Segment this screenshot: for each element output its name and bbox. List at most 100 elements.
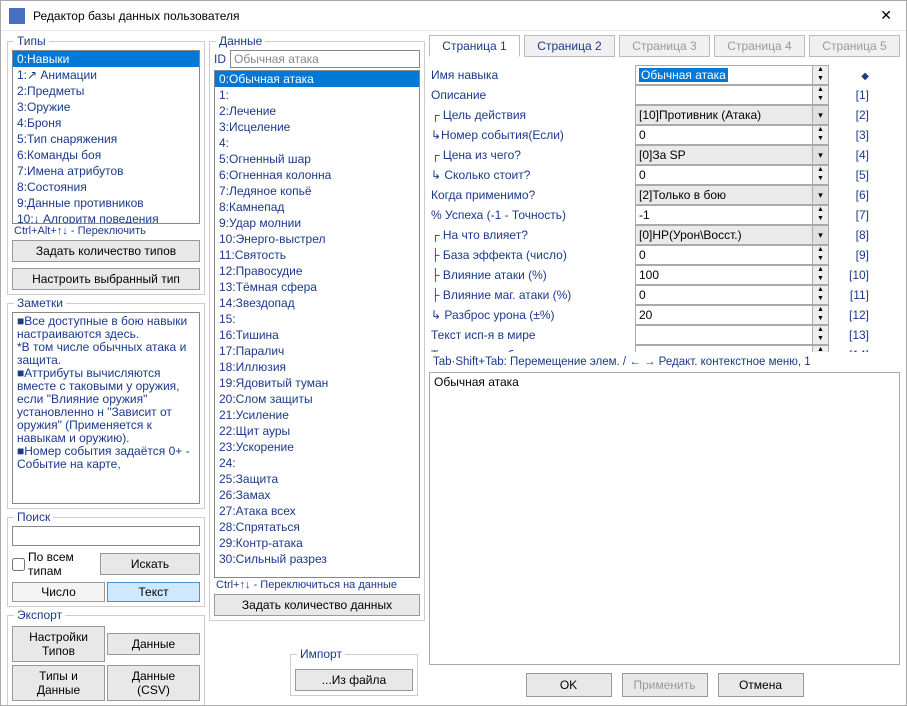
types-item[interactable]: 5:Тип снаряжения: [13, 131, 199, 147]
data-item[interactable]: 2:Лечение: [215, 103, 419, 119]
spinner-down-icon[interactable]: ▼: [813, 95, 828, 104]
spinner-down-icon[interactable]: ▼: [813, 315, 828, 324]
types-item[interactable]: 7:Имена атрибутов: [13, 163, 199, 179]
set-data-count-button[interactable]: Задать количество данных: [214, 594, 420, 616]
data-item[interactable]: 22:Щит ауры: [215, 423, 419, 439]
types-item[interactable]: 4:Броня: [13, 115, 199, 131]
export-types-and-data-button[interactable]: Типы и Данные: [12, 665, 105, 701]
types-item[interactable]: 3:Оружие: [13, 99, 199, 115]
spinner-down-icon[interactable]: ▼: [813, 255, 828, 264]
data-item[interactable]: 18:Иллюзия: [215, 359, 419, 375]
data-item[interactable]: 26:Замах: [215, 487, 419, 503]
data-item[interactable]: 9:Удар молнии: [215, 215, 419, 231]
data-item[interactable]: 20:Слом защиты: [215, 391, 419, 407]
text-input[interactable]: ▲▼: [635, 345, 829, 352]
description-area[interactable]: Обычная атака: [429, 372, 900, 665]
set-type-count-button[interactable]: Задать количество типов: [12, 240, 200, 262]
data-item[interactable]: 25:Защита: [215, 471, 419, 487]
select-input[interactable]: [10]Противник (Атака)▾: [635, 105, 829, 125]
spinner-down-icon[interactable]: ▼: [813, 215, 828, 224]
import-from-file-button[interactable]: ...Из файла: [295, 669, 413, 691]
types-item[interactable]: 0:Навыки: [13, 51, 199, 67]
tab-page-1[interactable]: Страница 1: [429, 35, 520, 57]
number-input[interactable]: 20▲▼: [635, 305, 829, 325]
spinner-up-icon[interactable]: ▲: [813, 66, 828, 75]
data-item[interactable]: 6:Огненная колонна: [215, 167, 419, 183]
spinner-up-icon[interactable]: ▲: [813, 206, 828, 215]
data-item[interactable]: 14:Звездопад: [215, 295, 419, 311]
number-input[interactable]: 0▲▼: [635, 125, 829, 145]
spinner-down-icon[interactable]: ▼: [813, 135, 828, 144]
data-item[interactable]: 11:Святость: [215, 247, 419, 263]
data-item[interactable]: 30:Сильный разрез: [215, 551, 419, 567]
text-input[interactable]: ▲▼: [635, 325, 829, 345]
spinner-down-icon[interactable]: ▼: [813, 275, 828, 284]
spinner-down-icon[interactable]: ▼: [813, 75, 828, 84]
spinner-down-icon[interactable]: ▼: [813, 295, 828, 304]
number-input[interactable]: 0▲▼: [635, 245, 829, 265]
data-item[interactable]: 21:Усиление: [215, 407, 419, 423]
types-item[interactable]: 9:Данные противников: [13, 195, 199, 211]
number-input[interactable]: 0▲▼: [635, 285, 829, 305]
data-item[interactable]: 1:: [215, 87, 419, 103]
id-input[interactable]: [230, 50, 420, 68]
tab-page-2[interactable]: Страница 2: [524, 35, 615, 57]
select-input[interactable]: [0]HP(Урон\Восст.)▾: [635, 225, 829, 245]
data-item[interactable]: 4:: [215, 135, 419, 151]
data-item[interactable]: 19:Ядовитый туман: [215, 375, 419, 391]
data-item[interactable]: 17:Паралич: [215, 343, 419, 359]
configure-type-button[interactable]: Настроить выбранный тип: [12, 268, 200, 290]
spinner-up-icon[interactable]: ▲: [813, 286, 828, 295]
spinner-up-icon[interactable]: ▲: [813, 86, 828, 95]
apply-button[interactable]: Применить: [622, 673, 708, 697]
data-item[interactable]: 29:Контр-атака: [215, 535, 419, 551]
types-listbox[interactable]: 0:Навыки1:↗ Анимации2:Предметы3:Оружие4:…: [12, 50, 200, 224]
spinner-down-icon[interactable]: ▼: [813, 175, 828, 184]
select-input[interactable]: [0]За SP▾: [635, 145, 829, 165]
number-input[interactable]: 100▲▼: [635, 265, 829, 285]
spinner-up-icon[interactable]: ▲: [813, 246, 828, 255]
types-item[interactable]: 10:↓ Алгоритм поведения: [13, 211, 199, 224]
search-mode-text[interactable]: Текст: [107, 582, 200, 602]
data-item[interactable]: 3:Исцеление: [215, 119, 419, 135]
data-item[interactable]: 13:Тёмная сфера: [215, 279, 419, 295]
export-type-settings-button[interactable]: Настройки Типов: [12, 626, 105, 662]
spinner-up-icon[interactable]: ▲: [813, 326, 828, 335]
types-item[interactable]: 6:Команды боя: [13, 147, 199, 163]
spinner-up-icon[interactable]: ▲: [813, 266, 828, 275]
data-item[interactable]: 7:Ледяное копьё: [215, 183, 419, 199]
spinner-down-icon[interactable]: ▼: [813, 335, 828, 344]
select-input[interactable]: [2]Только в бою▾: [635, 185, 829, 205]
search-button[interactable]: Искать: [100, 553, 200, 575]
search-mode-number[interactable]: Число: [12, 582, 105, 602]
data-item[interactable]: 10:Энерго-выстрел: [215, 231, 419, 247]
cancel-button[interactable]: Отмена: [718, 673, 804, 697]
spinner-up-icon[interactable]: ▲: [813, 126, 828, 135]
data-listbox[interactable]: 0:Обычная атака1:2:Лечение3:Исцеление4:5…: [214, 70, 420, 578]
number-input[interactable]: 0▲▼: [635, 165, 829, 185]
data-item[interactable]: 0:Обычная атака: [215, 71, 419, 87]
export-data-csv-button[interactable]: Данные (CSV): [107, 665, 200, 701]
number-input[interactable]: -1▲▼: [635, 205, 829, 225]
text-input[interactable]: ▲▼: [635, 85, 829, 105]
spinner-up-icon[interactable]: ▲: [813, 306, 828, 315]
data-item[interactable]: 16:Тишина: [215, 327, 419, 343]
data-item[interactable]: 15:: [215, 311, 419, 327]
search-input[interactable]: [12, 526, 200, 546]
data-item[interactable]: 27:Атака всех: [215, 503, 419, 519]
data-item[interactable]: 8:Камнепад: [215, 199, 419, 215]
types-item[interactable]: 2:Предметы: [13, 83, 199, 99]
data-item[interactable]: 12:Правосудие: [215, 263, 419, 279]
export-data-button[interactable]: Данные: [107, 633, 200, 655]
data-item[interactable]: 24:: [215, 455, 419, 471]
spinner-up-icon[interactable]: ▲: [813, 166, 828, 175]
types-item[interactable]: 8:Состояния: [13, 179, 199, 195]
ok-button[interactable]: OK: [526, 673, 612, 697]
close-icon[interactable]: ✕: [874, 7, 898, 24]
data-item[interactable]: 5:Огненный шар: [215, 151, 419, 167]
types-item[interactable]: 1:↗ Анимации: [13, 67, 199, 83]
data-item[interactable]: 28:Спрятаться: [215, 519, 419, 535]
search-all-types-checkbox[interactable]: По всем типам: [12, 550, 98, 578]
name-input[interactable]: Обычная атака▲▼: [635, 65, 829, 85]
data-item[interactable]: 23:Ускорение: [215, 439, 419, 455]
